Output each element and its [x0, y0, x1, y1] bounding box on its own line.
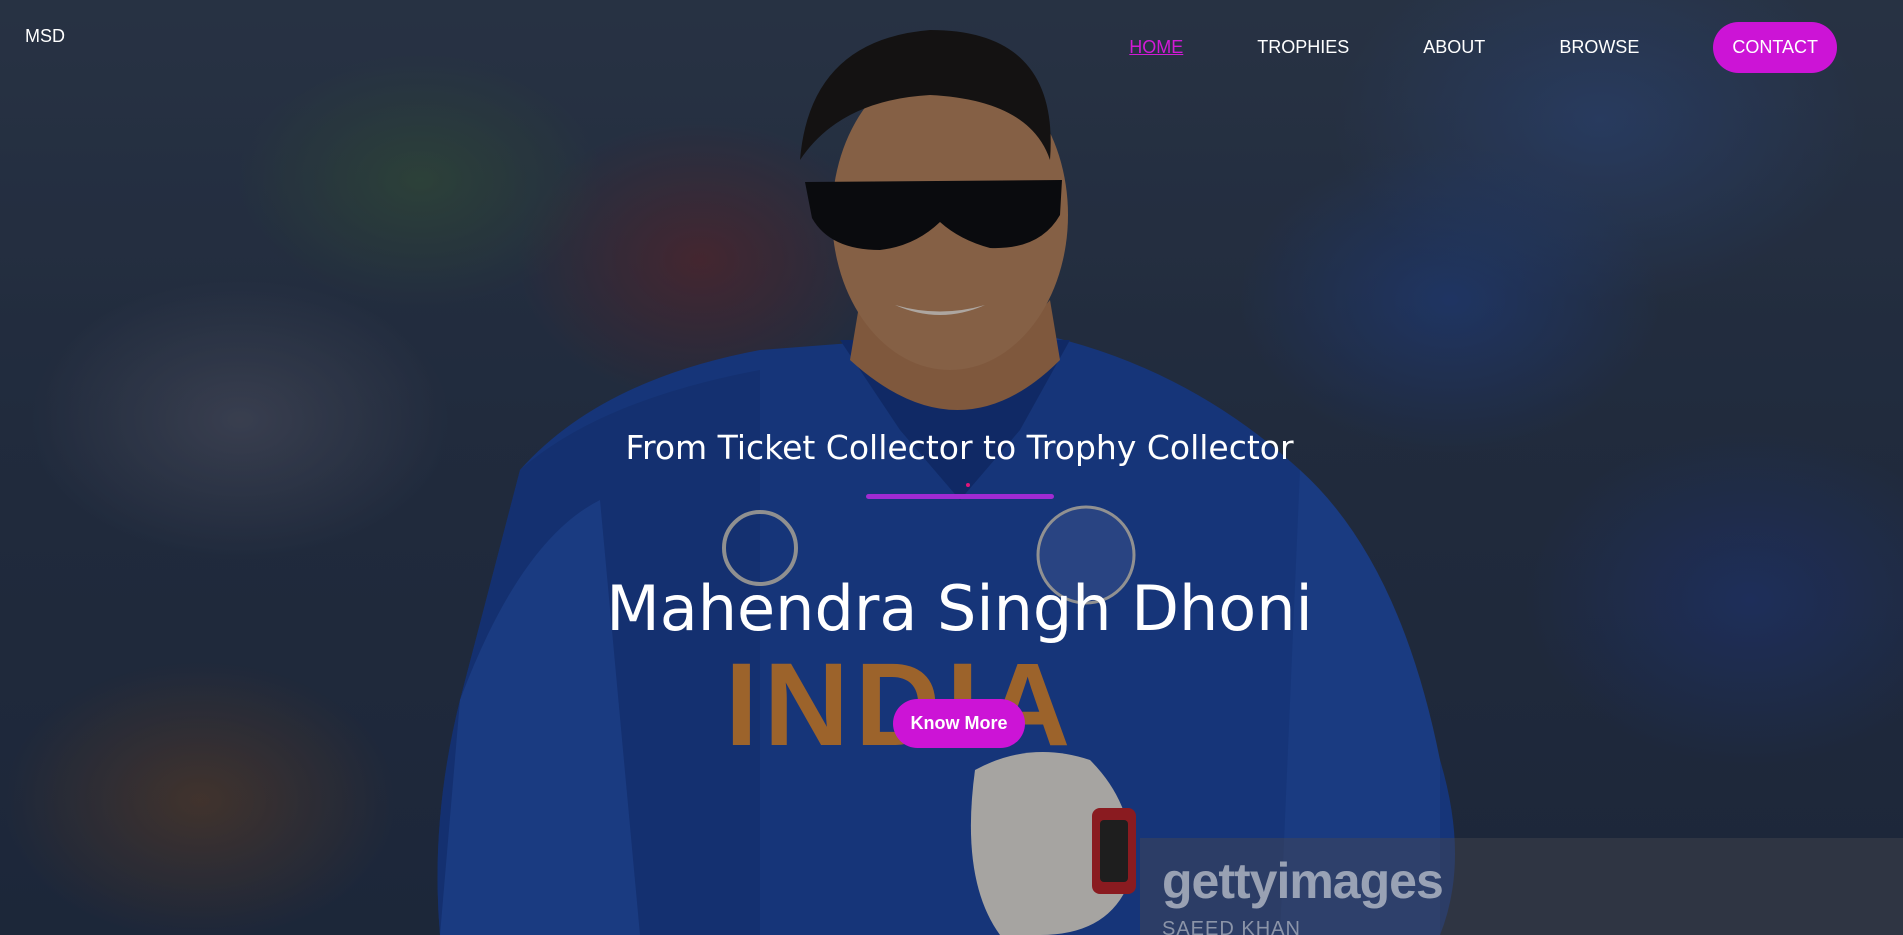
- hero-title: Mahendra Singh Dhoni: [606, 572, 1313, 645]
- hero-section: INDIA gettyimages SAEED KHAN MSD HOME TR…: [0, 0, 1903, 935]
- divider-dot: [966, 483, 970, 487]
- site-logo[interactable]: MSD: [25, 26, 65, 47]
- contact-button[interactable]: CONTACT: [1713, 22, 1837, 73]
- tagline-divider: [866, 494, 1054, 499]
- watermark-credit: SAEED KHAN: [1162, 918, 1301, 935]
- nav-browse[interactable]: BROWSE: [1559, 37, 1639, 58]
- hero-tagline: From Ticket Collector to Trophy Collecto…: [625, 428, 1294, 467]
- main-nav: HOME TROPHIES ABOUT BROWSE CONTACT: [1055, 22, 1837, 73]
- getty-watermark: gettyimages: [1162, 853, 1444, 909]
- know-more-button[interactable]: Know More: [893, 699, 1025, 748]
- nav-trophies[interactable]: TROPHIES: [1257, 37, 1349, 58]
- nav-home[interactable]: HOME: [1129, 37, 1183, 58]
- dark-overlay: [0, 0, 1903, 935]
- nav-about[interactable]: ABOUT: [1423, 37, 1485, 58]
